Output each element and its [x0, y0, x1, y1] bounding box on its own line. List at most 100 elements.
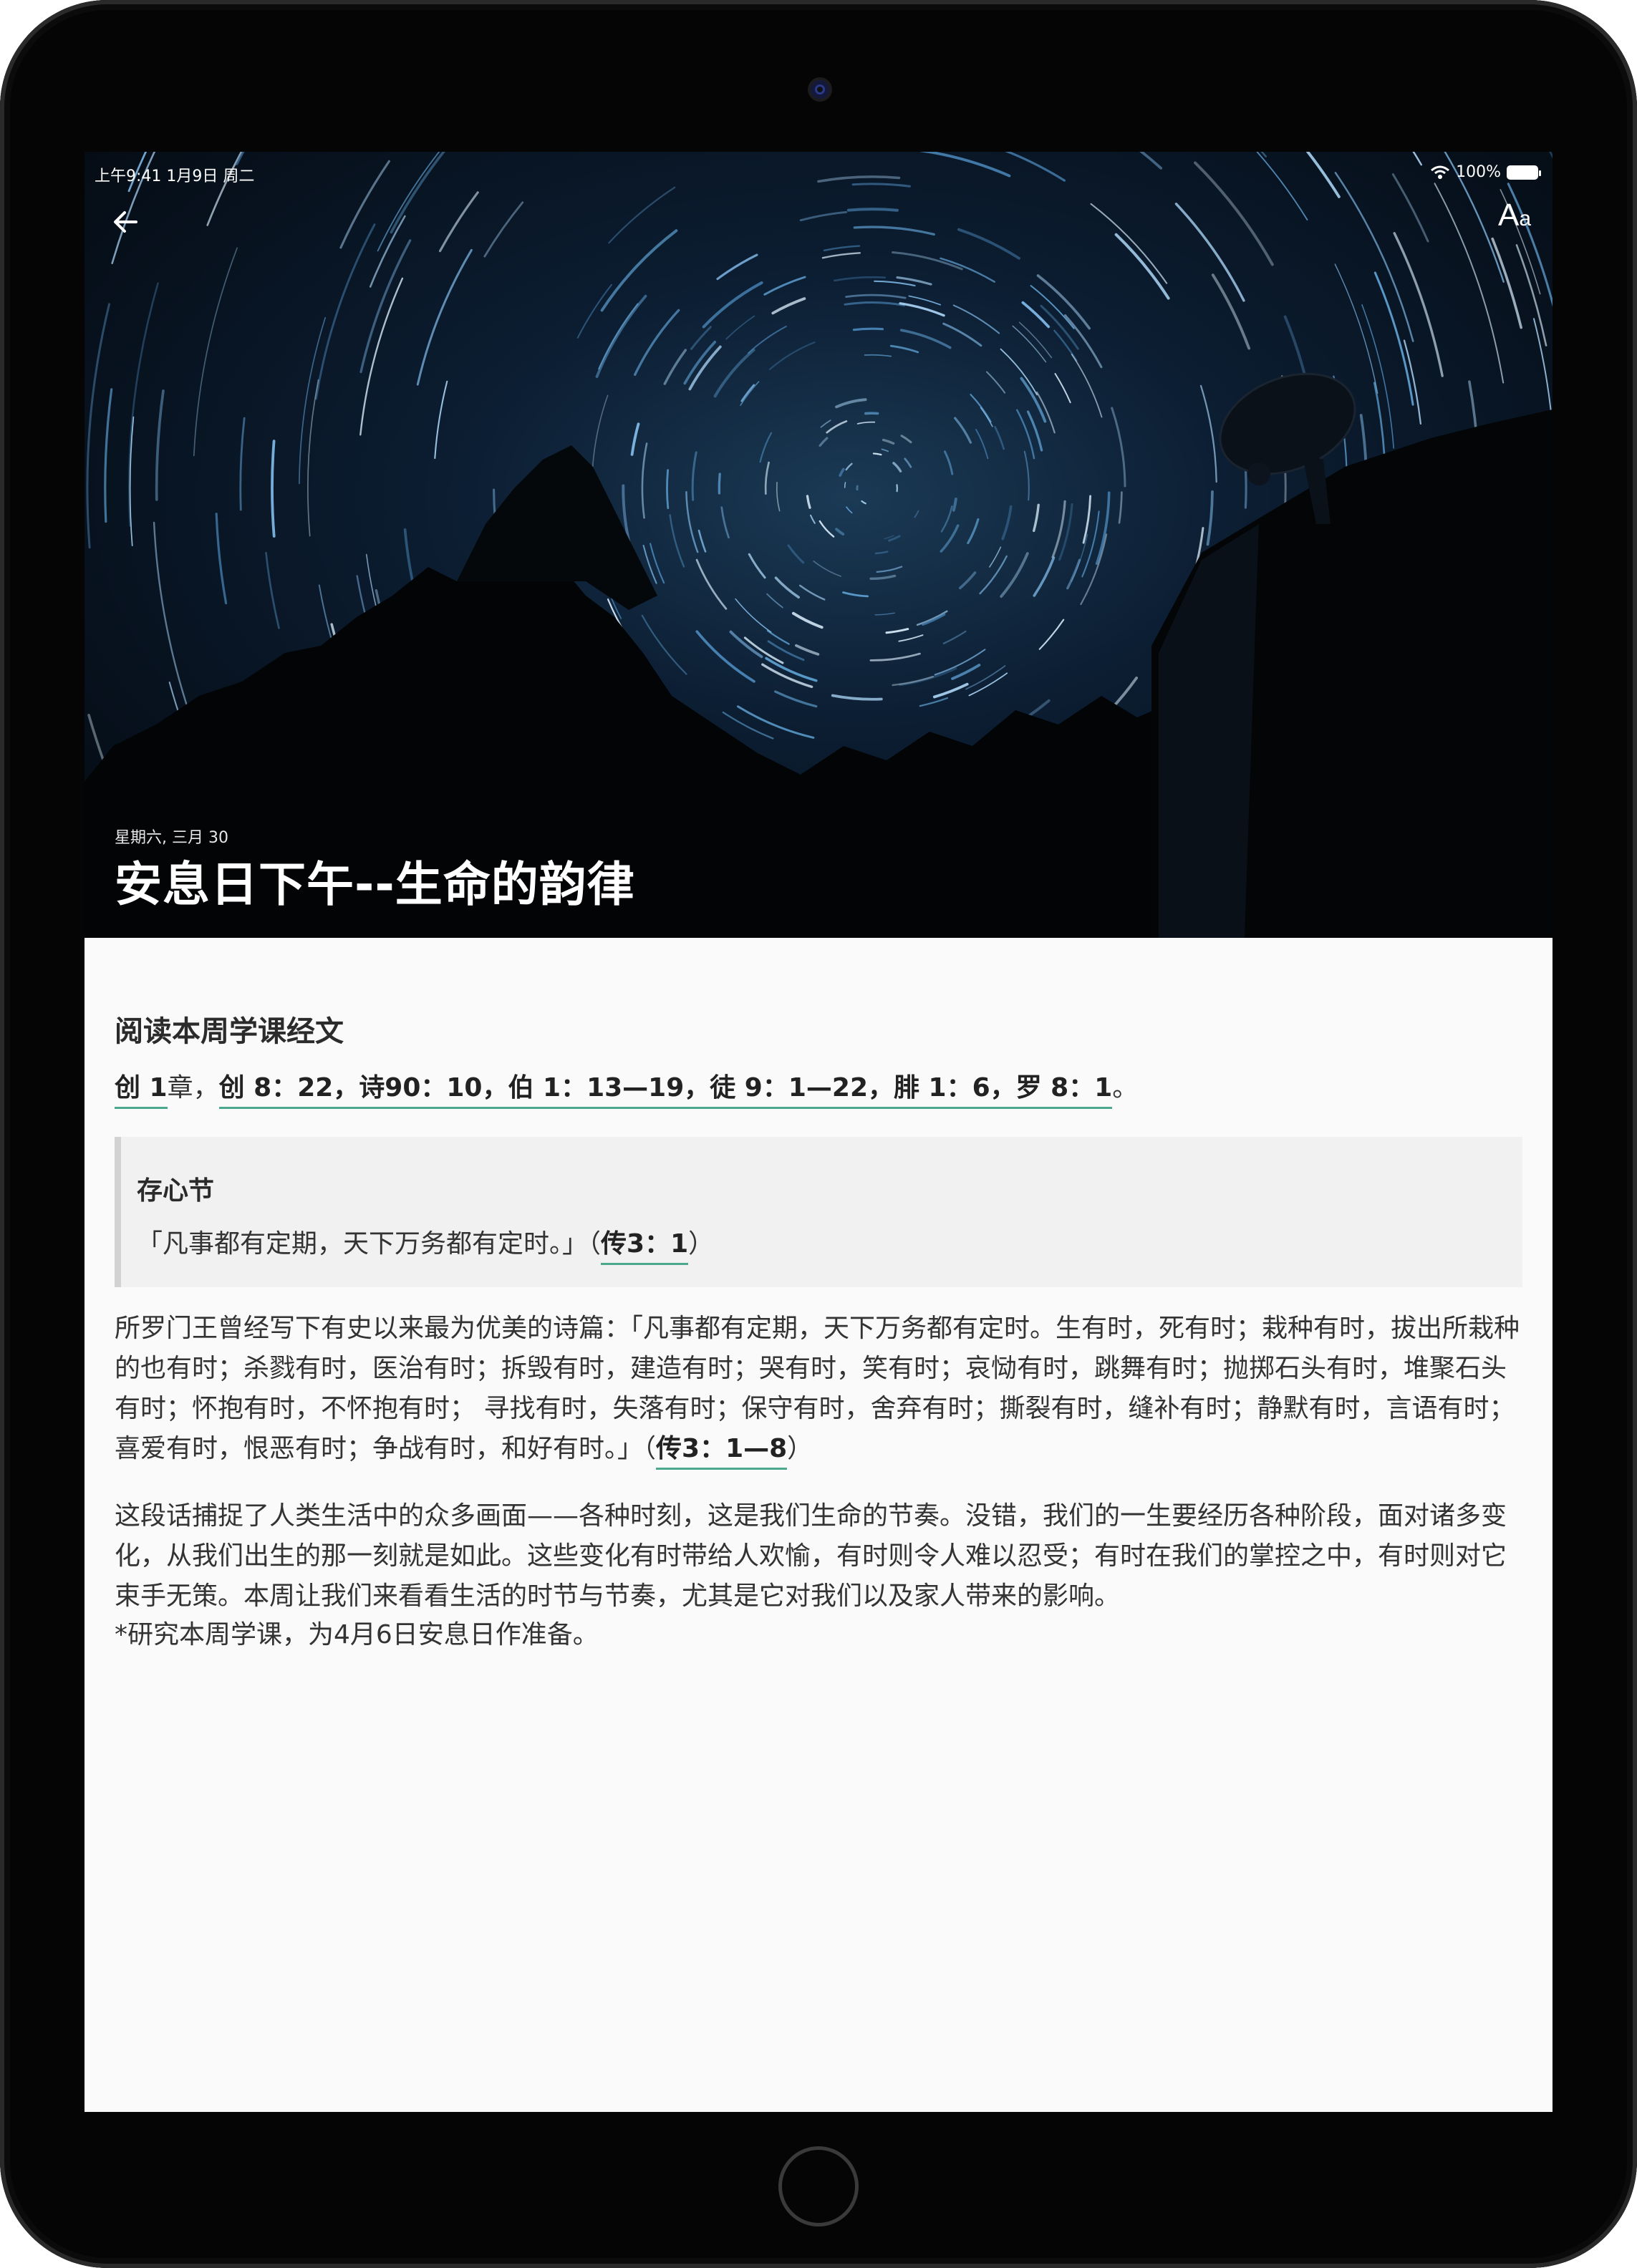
star-trail: [483, 201, 524, 258]
star-trail: [874, 551, 889, 555]
star-trail: [634, 309, 680, 377]
star-trail: [369, 215, 406, 288]
star-trail: [1033, 503, 1040, 533]
star-trail: [835, 398, 867, 409]
star-trail: [986, 371, 1006, 394]
star-trail: [1023, 450, 1030, 501]
star-trail: [1018, 321, 1053, 359]
screen: 上午9:41 1月9日 周二 100% Aa 星期六, 三月 30 安息日下午-…: [84, 152, 1553, 2112]
star-trail: [663, 349, 687, 385]
star-trail: [1334, 263, 1378, 394]
star-trail: [799, 210, 848, 222]
star-trail: [954, 417, 972, 444]
star-trail: [791, 611, 824, 629]
star-trail: [359, 239, 412, 374]
star-trail: [856, 421, 876, 425]
font-settings-button[interactable]: Aa: [1498, 198, 1531, 233]
star-trail: [882, 438, 895, 445]
body-paragraph: 所罗门王曾经写下有史以来最为优美的诗篇：「凡事都有定期，天下万务都有定时。生有时…: [115, 1309, 1522, 1470]
star-trail: [1054, 373, 1071, 404]
star-trail: [908, 295, 942, 306]
star-trail: [763, 276, 806, 296]
star-trail: [608, 186, 676, 244]
back-arrow-icon[interactable]: [107, 203, 145, 241]
star-trail: [438, 191, 479, 253]
star-trail: [716, 253, 758, 281]
star-trail: [600, 229, 678, 312]
star-trail: [193, 247, 238, 457]
star-trail: [434, 380, 448, 460]
hero-image: 上午9:41 1月9日 周二 100% Aa 星期六, 三月 30 安息日下午-…: [84, 152, 1553, 938]
star-trail: [685, 490, 699, 553]
star-trail: [1546, 152, 1553, 261]
front-camera: [811, 80, 829, 99]
star-trail: [759, 432, 773, 463]
wifi-icon: [1431, 165, 1450, 179]
star-trail: [740, 381, 760, 406]
scripture-link[interactable]: 传3：1—8: [656, 1434, 788, 1470]
font-settings-label-small: a: [1519, 207, 1531, 231]
star-trail: [899, 329, 952, 349]
star-trail: [967, 518, 980, 545]
reading-end: 。: [1112, 1073, 1139, 1102]
star-trail: [853, 226, 935, 236]
star-trail: [771, 297, 806, 315]
star-trail: [846, 208, 899, 212]
star-trail: [748, 553, 766, 579]
star-trail: [1114, 233, 1170, 300]
star-trails-image: [84, 152, 1553, 938]
star-trail: [1001, 505, 1013, 541]
star-trail: [1063, 314, 1103, 369]
star-trail: [823, 245, 861, 251]
star-trail: [835, 528, 845, 536]
star-trail: [104, 388, 113, 523]
star-trail: [943, 450, 954, 475]
reading-references: 创 1章，创 8：22，诗90：10，伯 1：13—19，徒 9：1—22，腓 …: [115, 1067, 1139, 1109]
star-trail: [416, 248, 473, 386]
star-trail: [1403, 339, 1422, 425]
memory-verse-text: 「凡事都有定期，天下万务都有定时。」（传3：1）: [137, 1223, 714, 1265]
scripture-link[interactable]: 传3：1: [601, 1229, 689, 1265]
star-trail: [713, 348, 755, 398]
star-trail: [239, 417, 246, 511]
memory-verse-quote: 「凡事都有定期，天下万务都有定时。」（: [137, 1229, 602, 1259]
lesson-date: 星期六, 三月 30: [115, 829, 228, 847]
star-trail: [299, 316, 327, 485]
star-trail: [1021, 301, 1051, 329]
star-trail: [932, 682, 969, 699]
star-trail: [839, 467, 845, 478]
star-trail: [1550, 152, 1553, 210]
study-note: *研究本周学课，为4月6日安息日作准备。: [115, 1620, 599, 1649]
star-trail: [576, 284, 612, 339]
star-trail: [952, 498, 957, 512]
star-trail: [876, 566, 903, 573]
star-trail: [934, 649, 986, 676]
star-trail: [919, 697, 949, 707]
scripture-link[interactable]: 创 1: [115, 1073, 168, 1109]
star-trail: [813, 560, 841, 577]
star-trail: [874, 280, 916, 287]
star-trail: [809, 514, 816, 524]
paragraph-text: 所罗门王曾经写下有史以来最为优美的诗篇：「凡事都有定期，天下万务都有定时。生有时…: [115, 1314, 1520, 1463]
star-trail: [940, 257, 995, 283]
star-trail: [957, 228, 1020, 260]
star-trail: [1361, 304, 1394, 449]
star-trail: [846, 506, 853, 514]
star-trail: [1036, 274, 1091, 330]
star-trail: [831, 694, 883, 701]
star-trail: [1549, 152, 1553, 159]
home-button[interactable]: [778, 2146, 859, 2226]
star-trail: [691, 451, 697, 501]
body-paragraph: 这段话捕捉了人类生活中的众多画面——各种时刻，这是我们生命的节奏。没错，我们的一…: [115, 1501, 1507, 1611]
memory-verse-title: 存心节: [137, 1176, 215, 1206]
star-trail: [1491, 237, 1522, 329]
scripture-link[interactable]: 创 8：22，诗90：10，伯 1：13—19，徒 9：1—22，腓 1：6，罗…: [218, 1073, 1113, 1109]
status-bar: 上午9:41 1月9日 周二 100%: [95, 159, 1541, 188]
star-trail: [914, 510, 919, 518]
star-trail: [764, 461, 770, 495]
star-trail: [844, 482, 846, 488]
star-trail: [958, 571, 977, 590]
star-trail: [1334, 172, 1414, 342]
star-trail: [798, 584, 826, 601]
star-trail: [1373, 271, 1414, 406]
